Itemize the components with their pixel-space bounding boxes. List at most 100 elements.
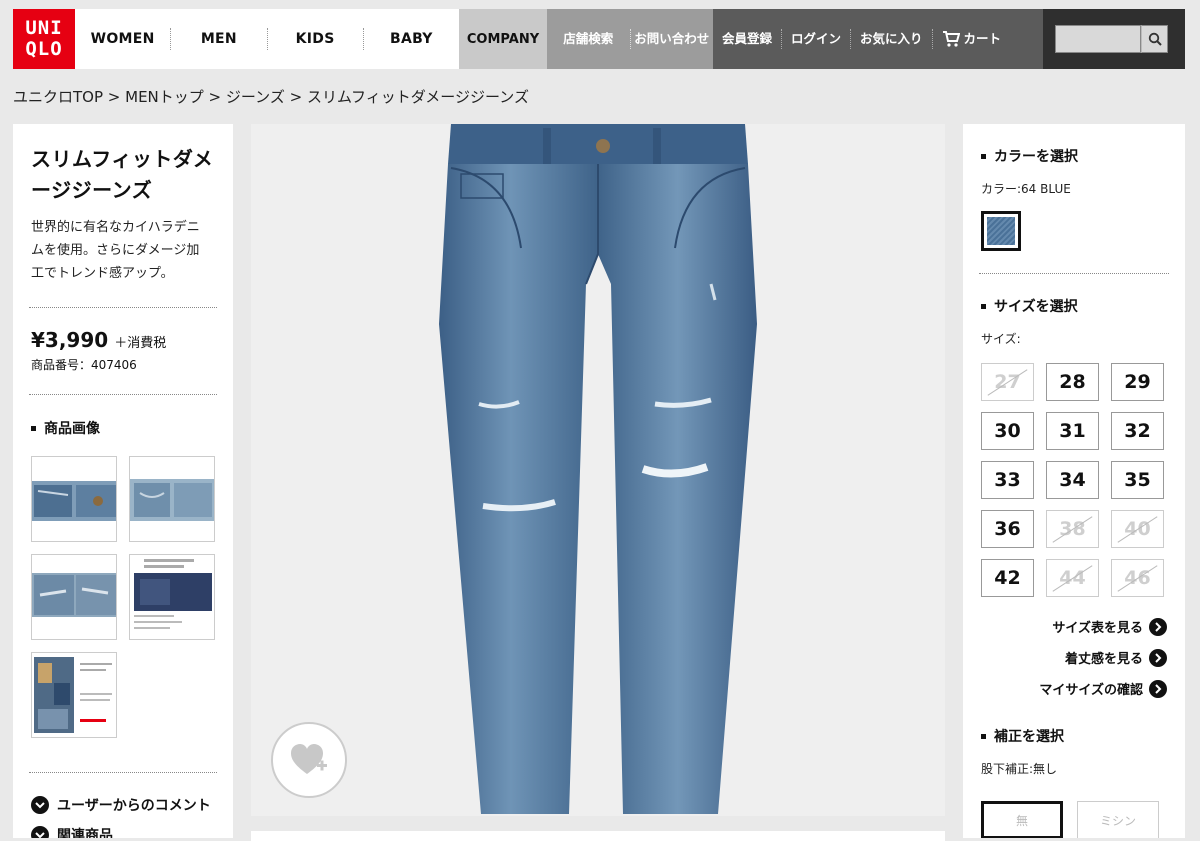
- nav-contact[interactable]: お問い合わせ: [631, 29, 714, 49]
- size-option-31[interactable]: 31: [1046, 412, 1099, 450]
- user-comments-link[interactable]: ユーザーからのコメント: [31, 795, 215, 815]
- bullet-square-icon: [31, 425, 36, 431]
- breadcrumb-separator: >: [103, 88, 126, 106]
- search-area: [1043, 9, 1185, 69]
- purchase-options-panel: カラーを選択 カラー:64 BLUE サイズを選択 サイズ: 27 28 29 30 3…: [963, 124, 1185, 838]
- nav-company[interactable]: COMPANY: [459, 9, 547, 69]
- product-info-panel: スリムフィットダメ ージジーンズ 世界的に有名なカイハラデニ ムを使用。さらにダ…: [13, 124, 233, 838]
- divider: [29, 772, 217, 773]
- chevron-down-icon: [31, 796, 49, 814]
- product-title: スリムフィットダメ ージジーンズ: [31, 144, 215, 206]
- bullet-square-icon: [981, 303, 986, 309]
- size-option-32[interactable]: 32: [1111, 412, 1164, 450]
- chevron-down-icon: [31, 826, 49, 838]
- chevron-right-icon: [1149, 648, 1167, 667]
- size-option-36[interactable]: 36: [981, 510, 1034, 548]
- thumbnail-3[interactable]: [31, 554, 117, 640]
- brand-story-image: [32, 653, 116, 737]
- user-nav: 会員登録 ログイン お気に入り カート: [713, 9, 1043, 69]
- nav-men[interactable]: MEN: [171, 28, 268, 50]
- size-option-40[interactable]: 40: [1111, 510, 1164, 548]
- product-description-line1: 世界的に有名なカイハラデニ: [31, 220, 200, 235]
- size-option-33[interactable]: 33: [981, 461, 1034, 499]
- search-button[interactable]: [1141, 25, 1168, 53]
- size-option-44[interactable]: 44: [1046, 559, 1099, 597]
- chevron-right-icon: [1149, 679, 1167, 698]
- images-section-title: 商品画像: [44, 421, 100, 437]
- bullet-square-icon: [981, 153, 986, 159]
- divider: [29, 394, 217, 395]
- nav-store-search[interactable]: 店舗検索: [547, 29, 631, 49]
- fit-view-label: 着丈感を見る: [1064, 652, 1143, 667]
- breadcrumb-top[interactable]: ユニクロTOP: [13, 88, 103, 106]
- size-option-42[interactable]: 42: [981, 559, 1034, 597]
- nav-cart[interactable]: カート: [933, 29, 1011, 49]
- chevron-right-icon: [1149, 617, 1167, 636]
- size-option-29[interactable]: 29: [1111, 363, 1164, 401]
- logo-line2: QLO: [25, 38, 63, 60]
- size-option-35[interactable]: 35: [1111, 461, 1164, 499]
- add-favorite-button[interactable]: [271, 722, 347, 798]
- uniqlo-logo[interactable]: UNI QLO: [13, 9, 75, 69]
- related-products-label: 関連商品: [57, 828, 113, 838]
- size-option-34[interactable]: 34: [1046, 461, 1099, 499]
- nav-favorites[interactable]: お気に入り: [851, 29, 933, 49]
- images-section-header: 商品画像: [31, 418, 215, 438]
- site-header: UNI QLO WOMEN MEN KIDS BABY COMPANY 店舗検索…: [13, 9, 1185, 69]
- breadcrumb-separator: >: [284, 88, 307, 106]
- hem-none-button[interactable]: 無: [981, 801, 1063, 838]
- product-number: 商品番号：407406: [31, 358, 137, 372]
- main-nav: WOMEN MEN KIDS BABY: [75, 9, 459, 69]
- thumbnail-5[interactable]: [31, 652, 117, 738]
- divider: [29, 307, 217, 308]
- swatch-fill: [987, 217, 1015, 245]
- breadcrumb-men[interactable]: MENトップ: [125, 88, 204, 106]
- product-description-line3: 工でトレンド感アップ。: [31, 266, 174, 281]
- nav-login[interactable]: ログイン: [782, 29, 852, 49]
- product-title-line1: スリムフィットダメ: [31, 147, 214, 171]
- nav-kids[interactable]: KIDS: [268, 28, 364, 50]
- denim-detail-image: [32, 481, 116, 521]
- size-option-30[interactable]: 30: [981, 412, 1034, 450]
- heart-plus-icon: [291, 744, 327, 774]
- size-section-title: サイズを選択: [994, 299, 1078, 315]
- size-option-46[interactable]: 46: [1111, 559, 1164, 597]
- size-chart-link[interactable]: サイズ表を見る: [981, 611, 1167, 642]
- product-info-image: [130, 555, 214, 639]
- nav-women[interactable]: WOMEN: [75, 28, 172, 50]
- color-section-title: カラーを選択: [994, 149, 1078, 165]
- nav-register[interactable]: 会員登録: [713, 29, 783, 49]
- main-product-image[interactable]: [251, 124, 945, 816]
- size-option-27[interactable]: 27: [981, 363, 1034, 401]
- nav-baby[interactable]: BABY: [364, 28, 459, 50]
- thumbnail-4[interactable]: [129, 554, 215, 640]
- hem-section-title: 補正を選択: [994, 729, 1064, 745]
- divider: [979, 273, 1169, 274]
- user-comments-label: ユーザーからのコメント: [57, 798, 211, 814]
- product-description: 世界的に有名なカイハラデニ ムを使用。さらにダメージ加 工でトレンド感アップ。: [31, 216, 211, 285]
- thumbnail-2[interactable]: [129, 456, 215, 542]
- selected-color: カラー:64 BLUE: [981, 182, 1071, 196]
- thumbnail-1[interactable]: [31, 456, 117, 542]
- size-label: サイズ:: [981, 332, 1021, 346]
- fit-view-link[interactable]: 着丈感を見る: [981, 642, 1167, 673]
- my-size-link[interactable]: マイサイズの確認: [981, 673, 1167, 704]
- color-swatch-blue[interactable]: [981, 211, 1021, 251]
- hem-status: 股下補正:無し: [981, 762, 1058, 776]
- color-section-header: カラーを選択: [981, 146, 1167, 166]
- store-nav: 店舗検索 お問い合わせ: [547, 9, 713, 69]
- cart-icon: [942, 31, 960, 47]
- my-size-label: マイサイズの確認: [1039, 683, 1143, 698]
- related-products-link[interactable]: 関連商品: [31, 825, 215, 838]
- price-row: ¥3,990 ＋消費税: [31, 328, 215, 352]
- size-option-28[interactable]: 28: [1046, 363, 1099, 401]
- search-input[interactable]: [1055, 25, 1141, 53]
- denim-back-image: [130, 479, 214, 521]
- breadcrumb-jeans[interactable]: ジーンズ: [226, 88, 285, 106]
- tax-note: ＋消費税: [114, 336, 167, 351]
- product-price: ¥3,990: [31, 328, 109, 352]
- jeans-image: [439, 124, 757, 814]
- bullet-square-icon: [981, 733, 986, 739]
- hem-mishin-button[interactable]: ミシン: [1077, 801, 1159, 838]
- size-option-38[interactable]: 38: [1046, 510, 1099, 548]
